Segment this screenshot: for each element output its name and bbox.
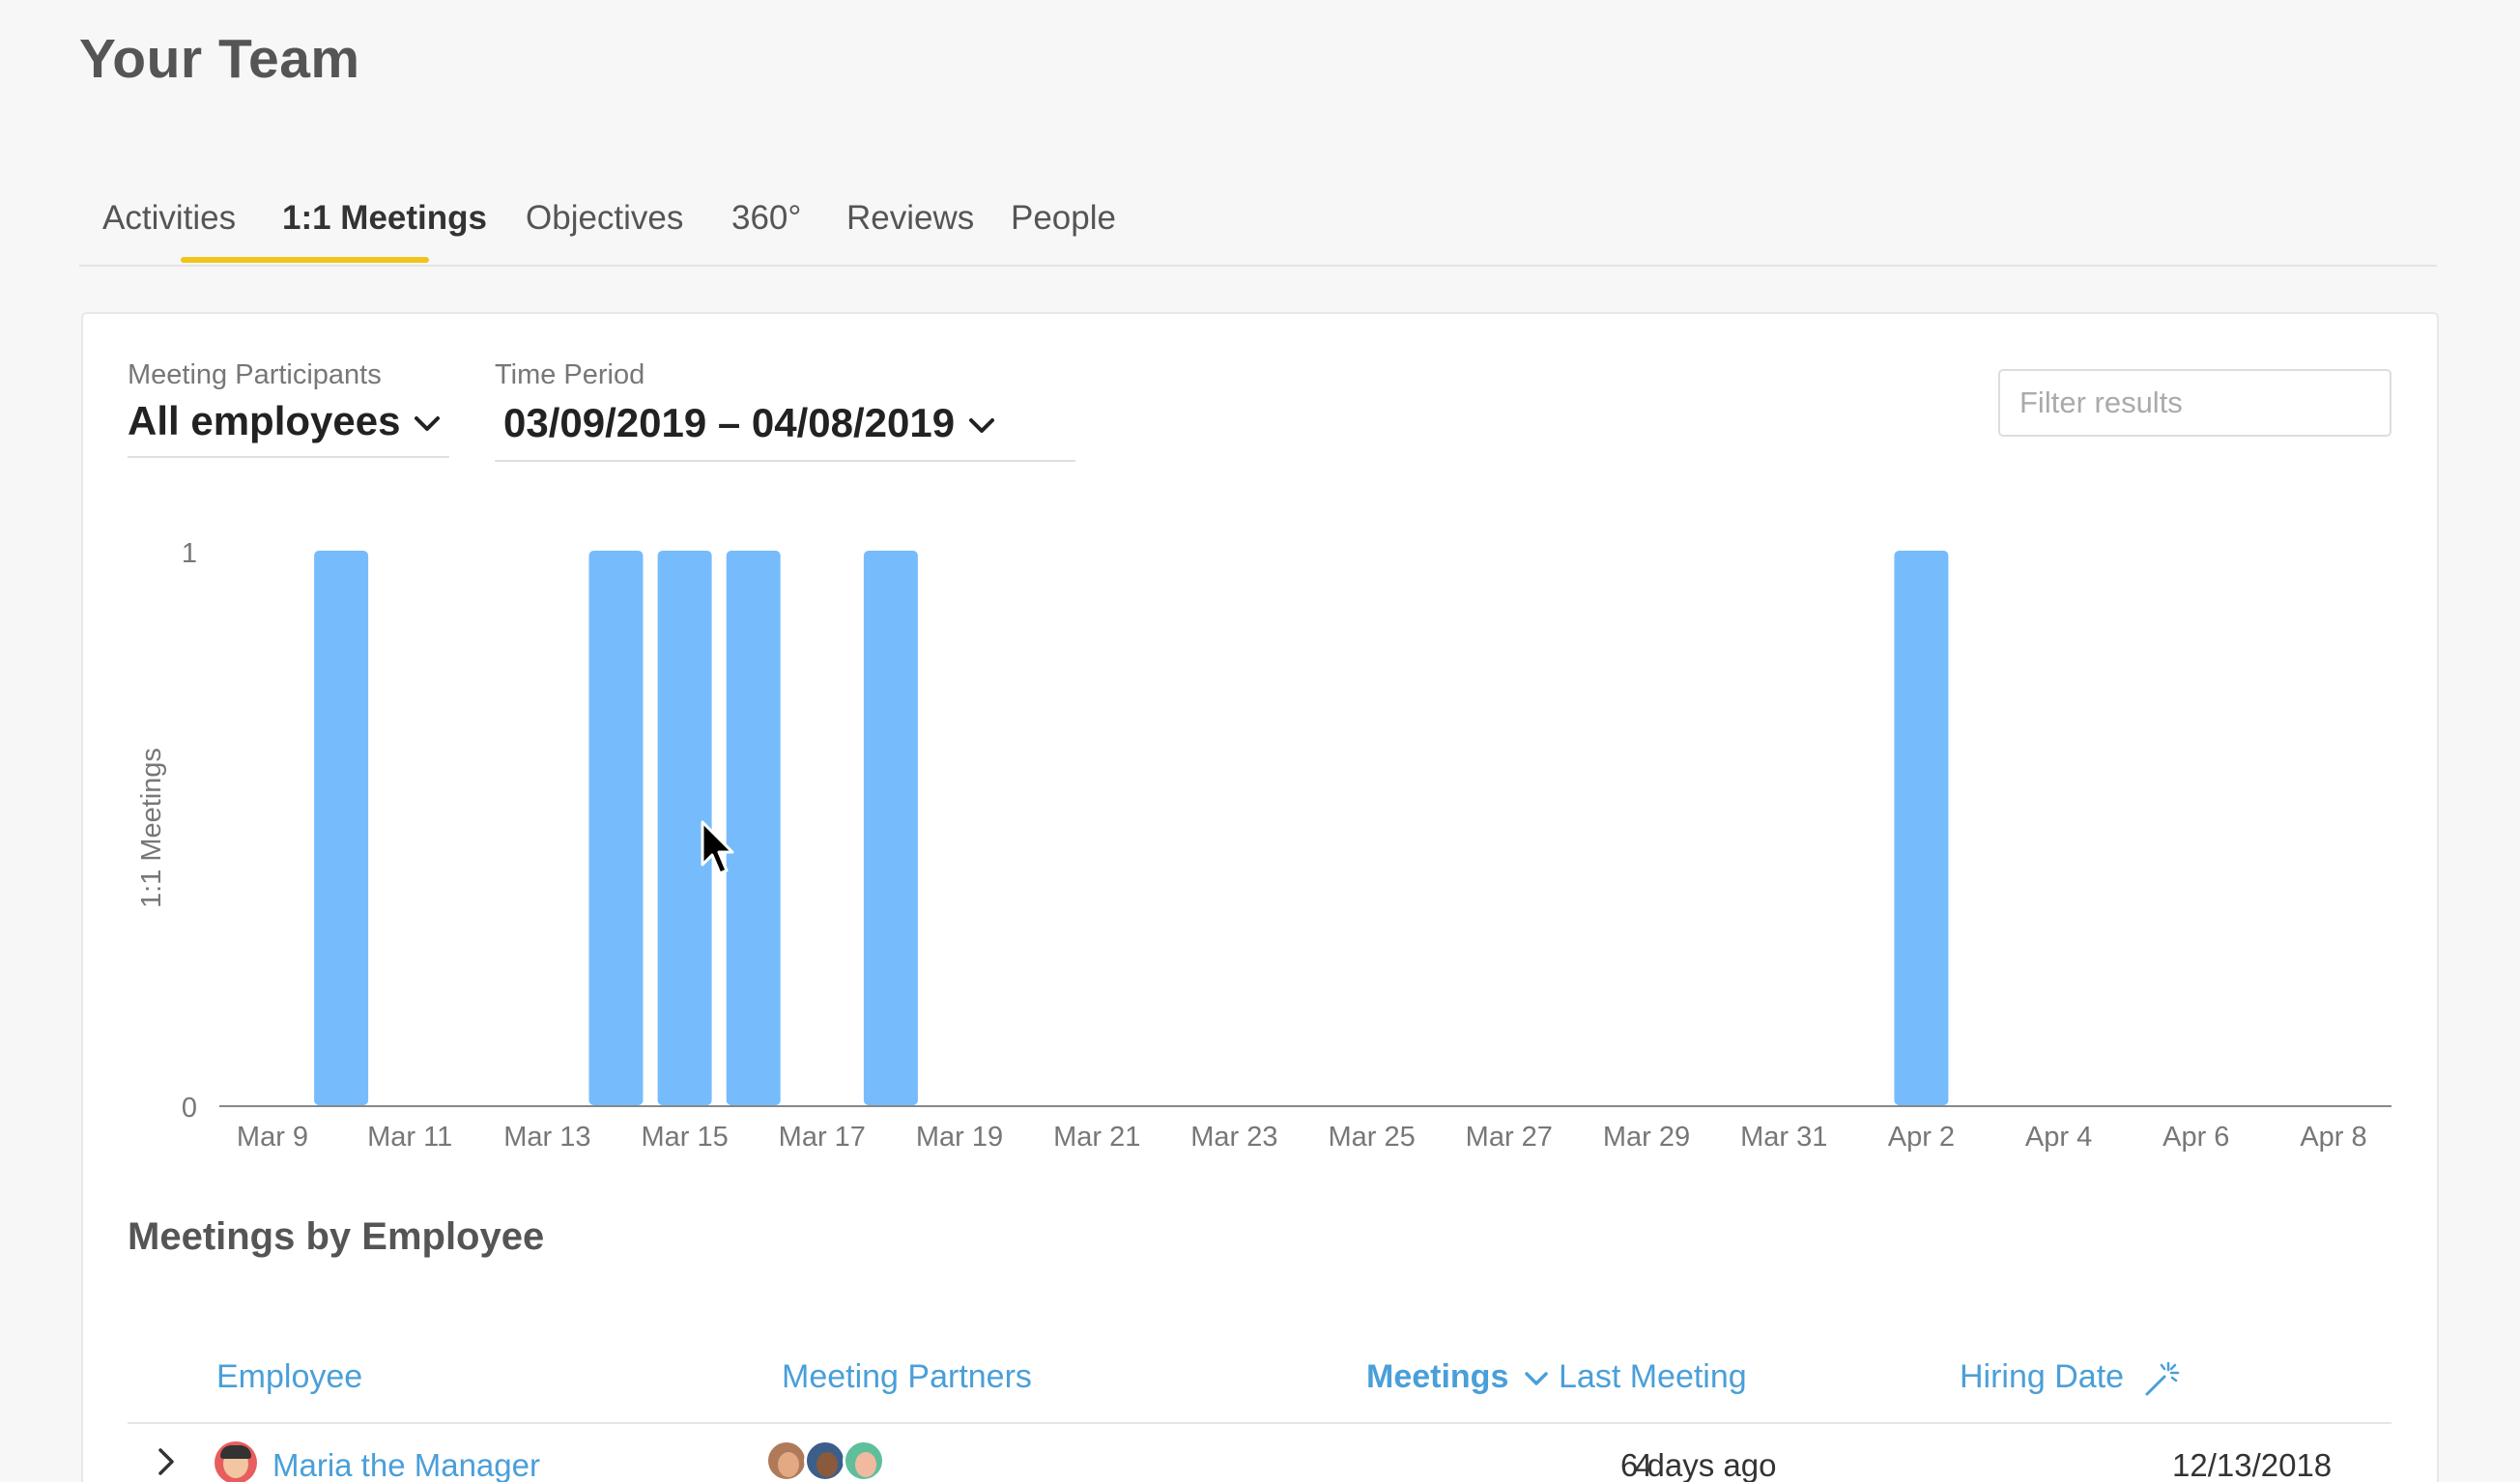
column-header-last-meeting[interactable]: Last Meeting — [1559, 1358, 1747, 1396]
mouse-cursor-icon — [701, 820, 734, 875]
time-period-value: 03/09/2019 – 04/08/2019 — [503, 400, 956, 445]
participants-label: Meeting Participants — [128, 359, 382, 390]
tab-one-on-one-meetings[interactable]: 1:1 Meetings — [282, 199, 487, 238]
employee-name-link[interactable]: Maria the Manager — [272, 1447, 540, 1482]
avatar — [765, 1439, 808, 1482]
time-period-label: Time Period — [495, 359, 645, 390]
column-header-meeting-partners[interactable]: Meeting Partners — [782, 1358, 1032, 1396]
chevron-right-icon[interactable] — [157, 1447, 176, 1476]
table-row[interactable]: Maria the Manager 4 6 days ago 12/13/201… — [128, 1424, 2391, 1482]
page-title: Your Team — [79, 28, 360, 90]
time-period-select[interactable]: 03/09/2019 – 04/08/2019 — [495, 400, 1075, 462]
magic-wand-icon — [2145, 1361, 2179, 1396]
chevron-down-icon — [415, 415, 441, 431]
column-header-hiring-date-label: Hiring Date — [1960, 1358, 2125, 1395]
hiring-date-value: 12/13/2018 — [2172, 1447, 2333, 1482]
meetings-card — [81, 312, 2439, 1482]
filter-results-input[interactable] — [1998, 369, 2391, 437]
column-header-hiring-date[interactable]: Hiring Date — [1960, 1358, 2182, 1398]
avatar — [804, 1439, 846, 1482]
last-meeting-value: 6 days ago — [1620, 1447, 1777, 1482]
column-header-meetings-label: Meetings — [1366, 1358, 1509, 1395]
column-header-meetings[interactable]: Meetings — [1366, 1358, 1549, 1396]
tab-bar: Activities 1:1 Meetings Objectives 360° … — [79, 189, 2437, 267]
active-tab-indicator — [181, 257, 429, 263]
sort-descending-icon — [1525, 1372, 1548, 1385]
tab-objectives[interactable]: Objectives — [526, 199, 683, 238]
tab-people[interactable]: People — [1011, 199, 1116, 238]
tab-reviews[interactable]: Reviews — [846, 199, 974, 238]
participants-select[interactable]: All employees — [128, 398, 449, 458]
meetings-by-employee-title: Meetings by Employee — [128, 1215, 545, 1258]
participants-value: All employees — [128, 398, 401, 443]
column-header-employee[interactable]: Employee — [216, 1358, 362, 1396]
tab-activities[interactable]: Activities — [102, 199, 236, 238]
avatar — [843, 1439, 885, 1482]
tab-360[interactable]: 360° — [731, 199, 801, 238]
chevron-down-icon — [969, 417, 995, 433]
avatar — [215, 1441, 257, 1482]
